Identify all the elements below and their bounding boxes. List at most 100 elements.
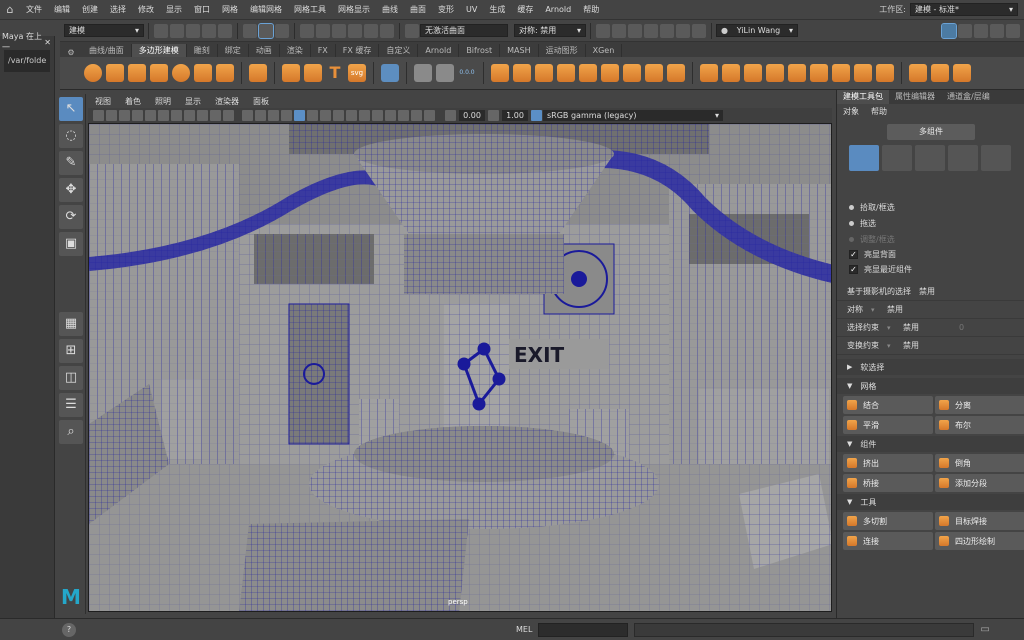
select-constraint-row[interactable]: 选择约束 ▾ 禁用 0 [837, 319, 1024, 337]
menu-uv[interactable]: UV [460, 5, 483, 14]
object-mode-icon[interactable] [849, 145, 879, 171]
super-shape-icon[interactable] [282, 64, 300, 82]
motion-blur-icon[interactable] [372, 110, 383, 121]
select-component-icon[interactable] [275, 23, 289, 38]
sweep-mesh-icon[interactable] [304, 64, 322, 82]
checkbox-recent[interactable]: ✓ 亮显最近组件 [837, 262, 1024, 277]
mirror-icon[interactable] [700, 64, 718, 82]
shelf-tab-xgen[interactable]: XGen [586, 44, 623, 57]
gate-mask-icon[interactable] [184, 110, 195, 121]
bridge-button[interactable]: 桥接 [843, 474, 933, 492]
menu-edit-mesh[interactable]: 编辑网格 [244, 4, 288, 15]
poly-sphere-icon[interactable] [84, 64, 102, 82]
single-pane-layout-icon[interactable]: ▦ [59, 312, 83, 336]
uv-mode-icon[interactable] [981, 145, 1011, 171]
safe-action-icon[interactable] [210, 110, 221, 121]
snap-view-icon[interactable] [348, 23, 362, 38]
viewport-menu-renderer[interactable]: 渲染器 [208, 96, 246, 107]
lasso-tool-icon[interactable]: ◌ [59, 124, 83, 148]
viewport-menu-view[interactable]: 视图 [88, 96, 118, 107]
scale-tool-icon[interactable]: ▣ [59, 232, 83, 256]
poly-disc-icon[interactable] [216, 64, 234, 82]
color-management-icon[interactable] [531, 110, 542, 121]
xray-joints-icon[interactable] [320, 110, 331, 121]
poke-icon[interactable] [854, 64, 872, 82]
radio-pick-marquee[interactable]: 拾取/框选 [837, 199, 1024, 215]
use-lights-icon[interactable] [333, 110, 344, 121]
menu-arnold[interactable]: Arnold [539, 5, 577, 14]
wedge-icon[interactable] [832, 64, 850, 82]
anti-aliasing-icon[interactable] [385, 110, 396, 121]
menu-help-rp[interactable]: 帮助 [865, 106, 893, 117]
shelf-tab-arnold[interactable]: Arnold [418, 44, 460, 57]
shelf-tab-motion-graphics[interactable]: 运动图形 [539, 44, 586, 57]
poly-cylinder-icon[interactable] [128, 64, 146, 82]
open-scene-icon[interactable] [170, 23, 184, 38]
camera-attributes-icon[interactable] [106, 110, 117, 121]
snap-surface-icon[interactable] [364, 23, 378, 38]
textured-icon[interactable] [281, 110, 292, 121]
svg-icon[interactable]: svg [348, 64, 366, 82]
bevel-button[interactable]: 倒角 [935, 454, 1024, 472]
film-gate-icon[interactable] [158, 110, 169, 121]
menu-modify[interactable]: 修改 [132, 4, 160, 15]
checkbox-backface[interactable]: ✓ 亮显背面 [837, 247, 1024, 262]
color-space-dropdown[interactable]: sRGB gamma (legacy) ▾ [543, 110, 723, 121]
shelf-tab-sculpt[interactable]: 雕刻 [187, 44, 218, 57]
viewport-menu-lighting[interactable]: 照明 [148, 96, 178, 107]
render-settings-icon[interactable] [644, 23, 658, 38]
snap-point-icon[interactable] [332, 23, 346, 38]
poly-torus-icon[interactable] [172, 64, 190, 82]
modeling-toolkit-icon[interactable] [941, 22, 957, 39]
quad-draw-button[interactable]: 四边形绘制 [935, 532, 1024, 550]
menu-surfaces[interactable]: 曲面 [404, 4, 432, 15]
xray-active-icon[interactable] [424, 110, 435, 121]
menu-edit[interactable]: 编辑 [48, 4, 76, 15]
shelf-tab-fx[interactable]: FX [311, 44, 336, 57]
exposure-field[interactable]: 0.00 [459, 110, 485, 121]
radio-drag[interactable]: 拖选 [837, 215, 1024, 231]
home-icon[interactable]: ⌂ [0, 3, 20, 16]
multi-cut-button[interactable]: 多切割 [843, 512, 933, 530]
symmetry-row[interactable]: 对称 ▾ 禁用 [837, 301, 1024, 319]
remesh-icon[interactable] [667, 64, 685, 82]
tool-settings-icon[interactable] [990, 23, 1004, 38]
magnet-icon[interactable] [380, 23, 394, 38]
menu-help[interactable]: 帮助 [577, 4, 605, 15]
center-pivot-icon[interactable] [414, 64, 432, 82]
field-chart-icon[interactable] [197, 110, 208, 121]
render-view-icon[interactable] [596, 23, 610, 38]
mel-label[interactable]: MEL [516, 625, 532, 634]
menu-mesh-display[interactable]: 网格显示 [332, 4, 376, 15]
viewport-menu-panels[interactable]: 面板 [246, 96, 276, 107]
mesh-section-header[interactable]: ▼ 网格 [837, 378, 1024, 394]
select-constraint-number[interactable]: 0 [959, 323, 964, 332]
select-tool-icon[interactable]: ↖ [59, 97, 83, 121]
transform-constraint-row[interactable]: 变换约束 ▾ 禁用 [837, 337, 1024, 355]
insert-edge-loop-icon[interactable] [931, 64, 949, 82]
tab-modeling-toolkit[interactable]: 建模工具包 [837, 90, 889, 104]
target-weld-button[interactable]: 目标焊接 [935, 512, 1024, 530]
menu-select[interactable]: 选择 [104, 4, 132, 15]
default-material-icon[interactable] [268, 110, 279, 121]
poly-cube-icon[interactable] [106, 64, 124, 82]
boolean-intersection-icon[interactable] [601, 64, 619, 82]
resolution-gate-icon[interactable] [171, 110, 182, 121]
help-icon[interactable]: ? [62, 622, 76, 637]
redo-icon[interactable] [218, 23, 232, 38]
character-controls-icon[interactable] [958, 23, 972, 38]
boolean-difference-icon[interactable] [579, 64, 597, 82]
offset-edge-loop-icon[interactable] [953, 64, 971, 82]
extrude-button[interactable]: 挤出 [843, 454, 933, 472]
multi-cut-icon[interactable] [909, 64, 927, 82]
combine-icon[interactable] [491, 64, 509, 82]
image-plane-icon[interactable] [132, 110, 143, 121]
menu-file[interactable]: 文件 [20, 4, 48, 15]
viewport-menu-show[interactable]: 显示 [178, 96, 208, 107]
outliner-layout-icon[interactable]: ☰ [59, 393, 83, 417]
delete-history-icon[interactable] [436, 64, 454, 82]
vertex-mode-icon[interactable] [882, 145, 912, 171]
type-icon[interactable]: T [326, 64, 344, 82]
depth-of-field-icon[interactable] [398, 110, 409, 121]
extract-icon[interactable] [535, 64, 553, 82]
